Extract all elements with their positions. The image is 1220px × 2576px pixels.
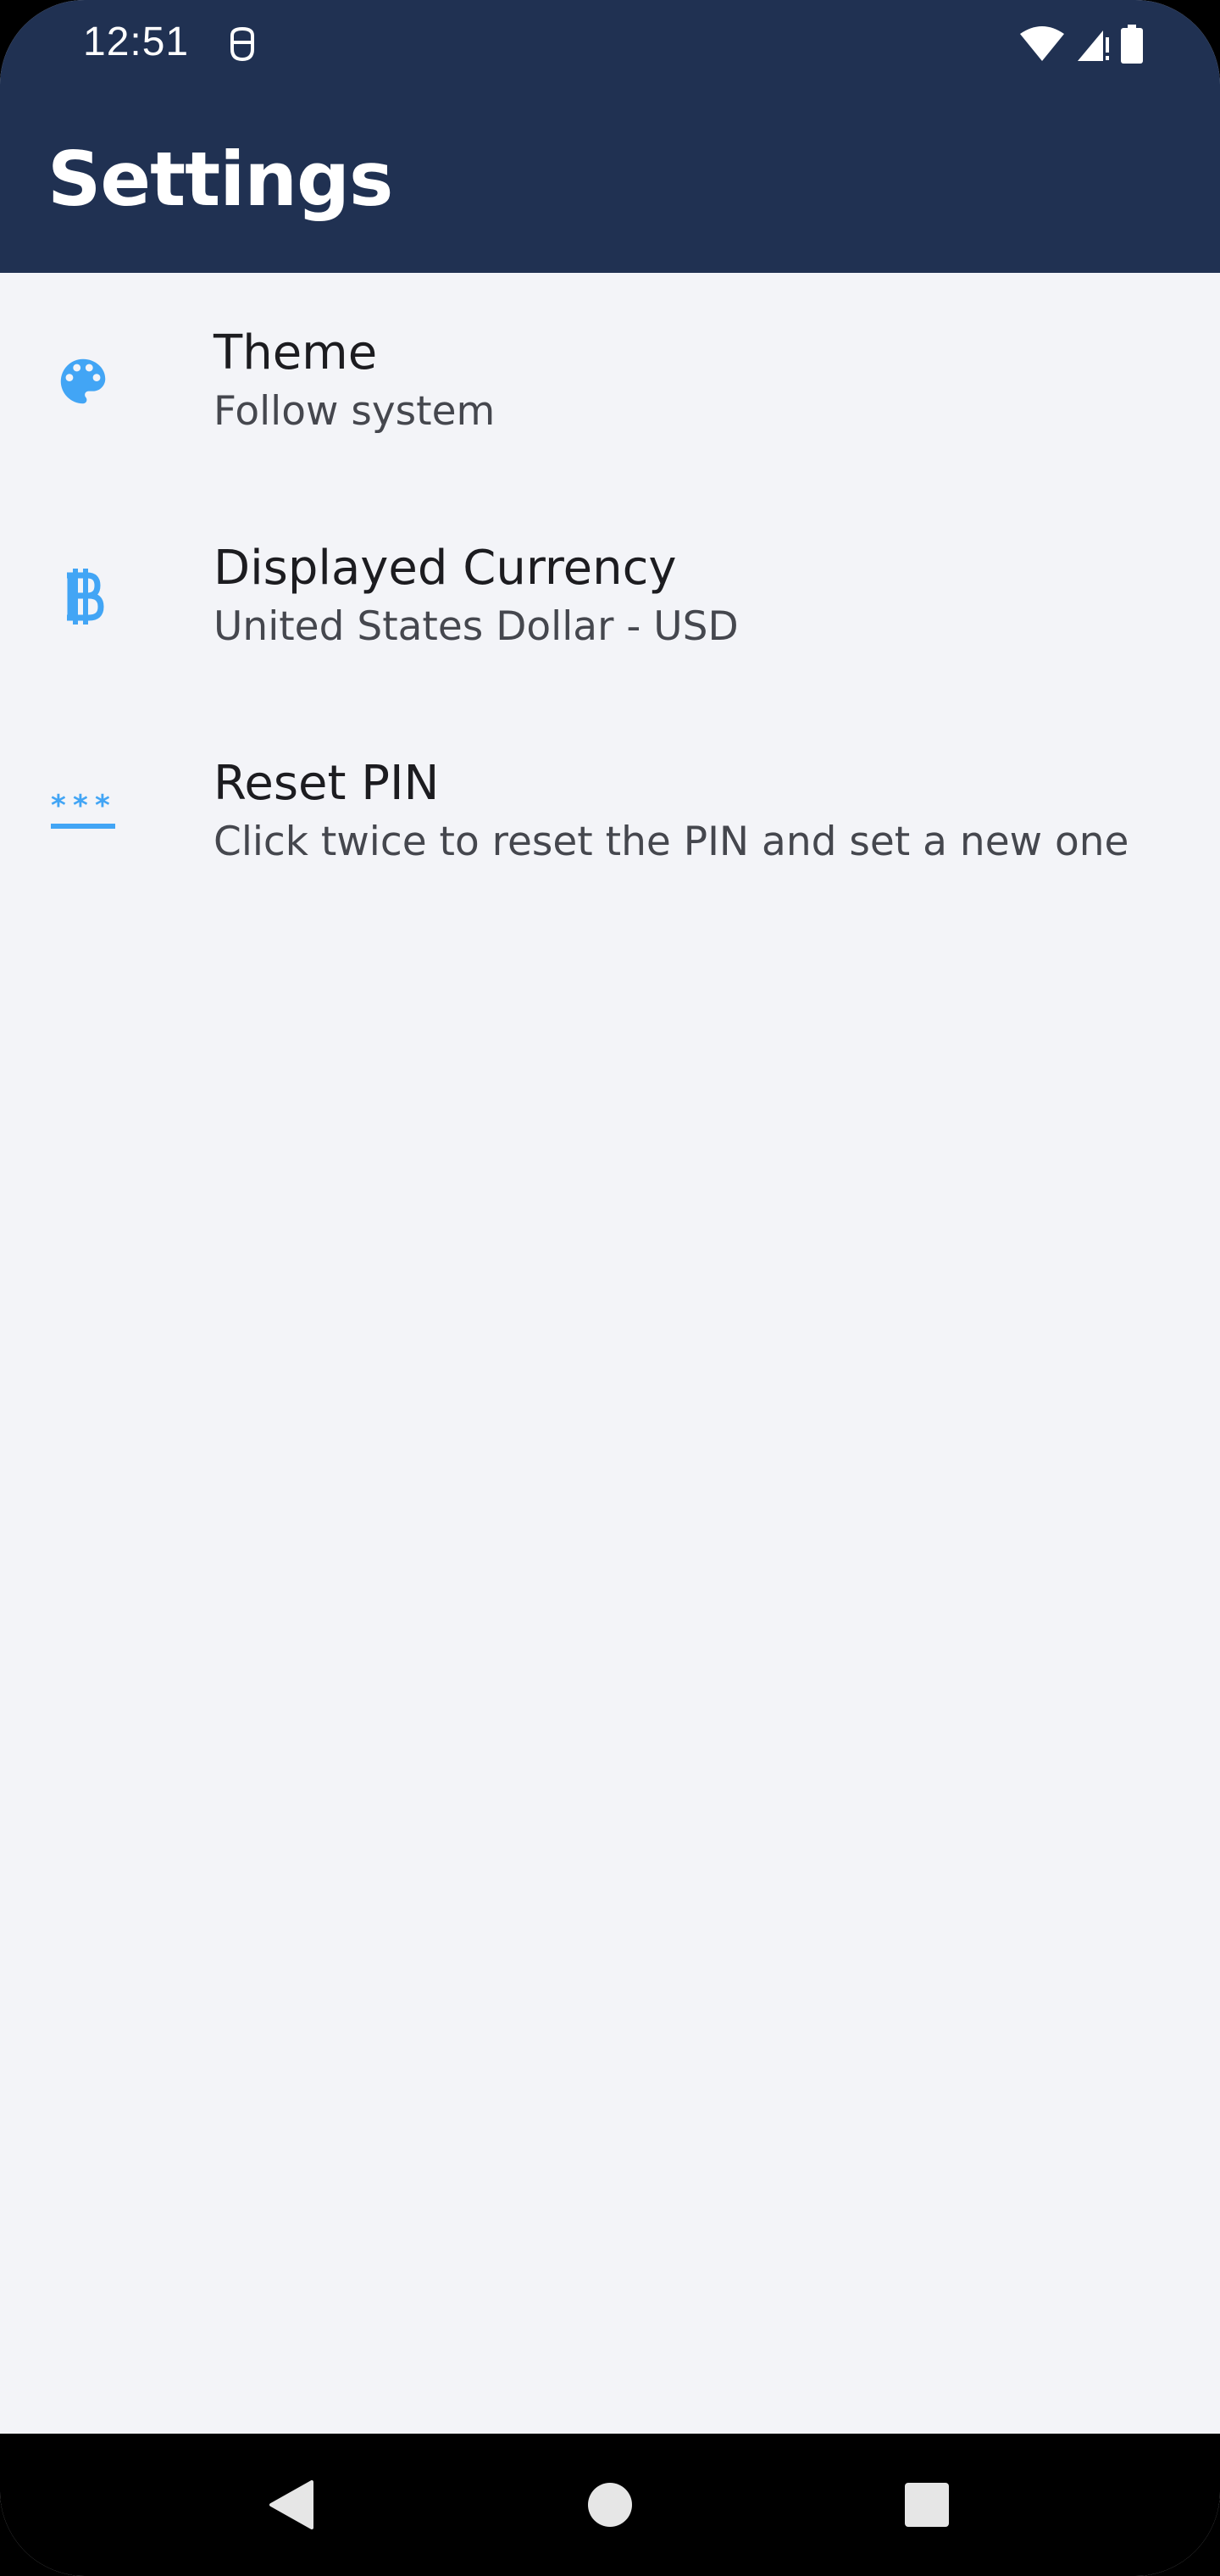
status-time: 12:51 <box>83 19 190 64</box>
battery-icon <box>1121 25 1143 64</box>
svg-text:*: * <box>95 789 110 823</box>
currency-setting[interactable]: Displayed Currency United States Dollar … <box>0 488 1220 703</box>
setting-subtitle: United States Dollar - USD <box>214 603 739 650</box>
navigation-bar <box>0 2434 1220 2576</box>
setting-subtitle: Click twice to reset the PIN and set a n… <box>214 819 1129 865</box>
wifi-icon <box>1020 26 1064 61</box>
back-triangle-icon[interactable] <box>220 2434 363 2576</box>
cell-signal-icon <box>1078 31 1109 61</box>
recents-square-icon[interactable] <box>856 2434 998 2576</box>
setting-subtitle: Follow system <box>214 388 496 435</box>
home-circle-icon[interactable] <box>539 2434 681 2576</box>
setting-title: Theme <box>214 325 378 380</box>
notification-app-icon <box>230 26 254 62</box>
setting-title: Displayed Currency <box>214 541 677 596</box>
bitcoin-icon <box>47 561 119 632</box>
settings-screen: 12:51 Settings Theme Follow system Displ… <box>0 0 1220 2576</box>
setting-title: Reset PIN <box>214 756 440 811</box>
reset-pin-setting[interactable]: * * * Reset PIN Click twice to reset the… <box>0 703 1220 919</box>
status-icons <box>1018 24 1144 64</box>
theme-setting[interactable]: Theme Follow system <box>0 273 1220 488</box>
app-header: 12:51 Settings <box>0 0 1220 273</box>
password-icon: * * * <box>47 776 119 847</box>
svg-text:*: * <box>73 789 88 823</box>
svg-text:*: * <box>51 789 66 823</box>
page-title: Settings <box>47 136 393 223</box>
palette-icon <box>47 346 119 417</box>
